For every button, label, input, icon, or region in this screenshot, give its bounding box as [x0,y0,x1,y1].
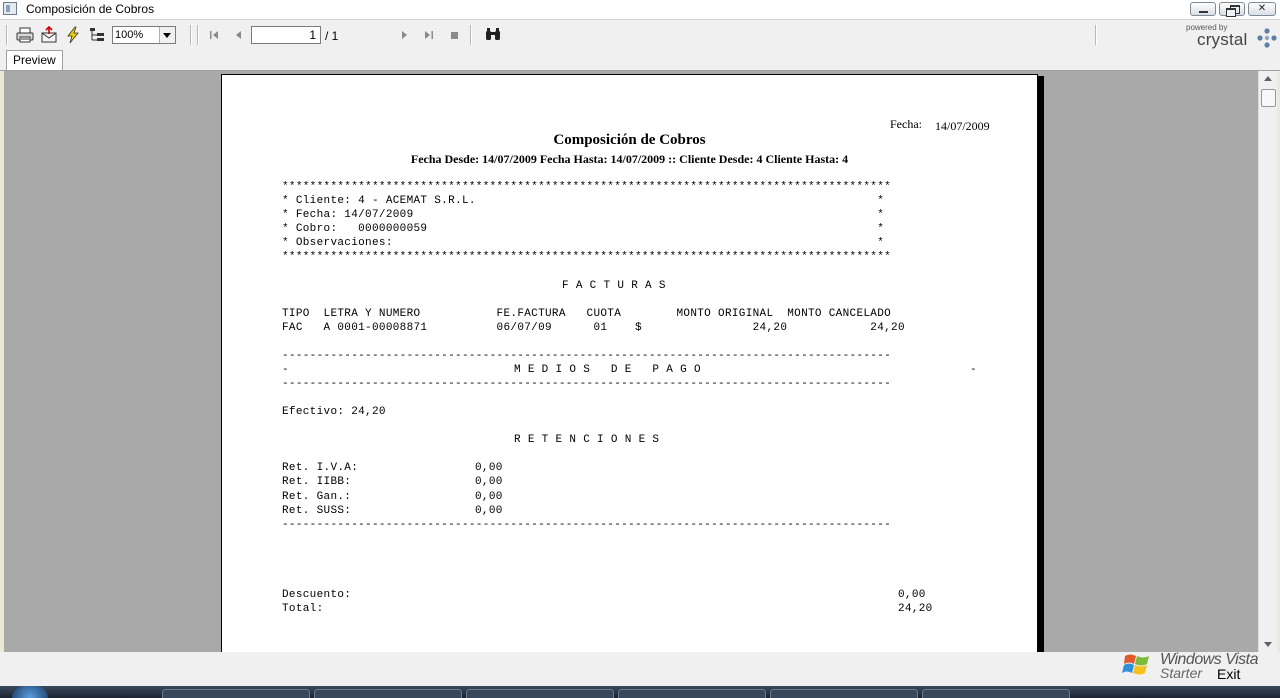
descuento-label: Descuento: [282,589,352,601]
start-orb-icon[interactable] [12,686,48,698]
toolbar-separator [470,25,472,45]
page-total: / 1 [325,29,339,43]
report-page: Fecha: 14/07/2009 Composición de Cobros … [221,74,1038,652]
medios-right-dash: - [970,364,977,376]
retencion-label: Ret. I.V.A: [282,462,359,474]
window-title: Composición de Cobros [26,2,155,16]
box-top-border: ****************************************… [282,181,892,193]
restore-button[interactable] [1219,2,1245,17]
retencion-label: Ret. Gan.: [282,491,352,503]
report-title: Composición de Cobros [553,132,706,148]
refresh-lightning-icon[interactable] [64,26,82,44]
print-icon[interactable] [16,26,34,44]
crystal-logo: powered by crystal [1185,22,1277,50]
toolbar-separator [190,25,192,45]
taskbar-button[interactable] [618,689,766,698]
group-tree-icon[interactable] [88,26,106,44]
next-page-icon[interactable] [396,26,414,44]
windows-watermark: Windows Vista Starter Exit [1122,647,1272,687]
observaciones-line: * Observaciones: * [282,237,885,249]
close-button[interactable]: ✕ [1248,2,1276,16]
divider-line: ----------------------------------------… [282,350,892,362]
toolbar: 100% 1 / 1 powered by crystal [0,20,1280,50]
medios-de-pago-heading: M E D I O S D E P A G O [514,364,701,376]
toolbar-separator [1095,25,1097,45]
vertical-scrollbar[interactable] [1258,71,1277,652]
taskbar-button[interactable] [314,689,462,698]
table-row: FAC A 0001-00008871 06/07/09 01 $ 24,20 … [282,322,905,334]
status-bar [0,652,1280,686]
scroll-up-icon[interactable] [1259,71,1277,87]
crystal-dots-icon [1257,28,1277,48]
page-number-input[interactable]: 1 [251,26,321,44]
retencion-value: 0,00 [475,462,503,474]
minimize-button[interactable] [1190,2,1216,16]
report-subtitle: Fecha Desde: 14/07/2009 Fecha Hasta: 14/… [410,152,849,166]
divider-line: ----------------------------------------… [282,378,892,390]
divider-line: ----------------------------------------… [282,519,892,531]
taskbar-button[interactable] [466,689,614,698]
fecha-line: * Fecha: 14/07/2009 * [282,209,885,221]
chevron-down-icon[interactable] [159,27,175,43]
cliente-line: * Cliente: 4 - ACEMAT S.R.L. * [282,195,885,207]
facturas-heading: F A C T U R A S [562,280,666,292]
tab-strip: Preview [0,50,1280,71]
total-label: Total: [282,603,324,615]
taskbar-button[interactable] [770,689,918,698]
report-viewer: Fecha: 14/07/2009 Composición de Cobros … [4,71,1258,652]
taskbar-button[interactable] [922,689,1070,698]
taskbar [0,686,1280,698]
retencion-value: 0,00 [475,491,503,503]
search-binoculars-icon[interactable] [484,26,502,44]
total-value: 24,20 [898,603,933,615]
retencion-label: Ret. SUSS: [282,505,352,517]
retenciones-heading: R E T E N C I O N E S [514,434,660,446]
title-bar: Composición de Cobros ✕ [0,0,1280,20]
medios-left-dash: - [282,364,289,376]
zoom-select[interactable]: 100% [112,26,176,44]
export-icon[interactable] [40,26,58,44]
toolbar-separator [197,25,199,45]
cobro-line: * Cobro: 0000000059 * [282,223,885,235]
box-bottom-border: ****************************************… [282,251,892,263]
fecha-label: Fecha: [890,117,922,131]
taskbar-button[interactable] [162,689,310,698]
tab-preview[interactable]: Preview [6,50,63,70]
facturas-table-header: TIPO LETRA Y NUMERO FE.FACTURA CUOTA MON… [282,308,892,320]
windows-flag-icon [1122,654,1149,675]
efectivo-line: Efectivo: 24,20 [282,406,386,418]
os-edition: Starter [1160,665,1203,681]
retencion-value: 0,00 [475,476,503,488]
exit-button[interactable]: Exit [1217,666,1240,682]
previous-page-icon[interactable] [229,26,247,44]
close-icon: ✕ [1257,3,1267,14]
stop-icon[interactable] [445,26,463,44]
scroll-thumb[interactable] [1261,89,1276,107]
retencion-value: 0,00 [475,505,503,517]
descuento-value: 0,00 [898,589,926,601]
app-icon [3,2,17,15]
minimize-icon [1199,11,1208,13]
zoom-value: 100% [115,29,144,41]
retencion-label: Ret. IIBB: [282,476,352,488]
brand-name: crystal [1197,30,1248,49]
last-page-icon[interactable] [420,26,438,44]
first-page-icon[interactable] [205,26,223,44]
toolbar-grip [6,25,8,45]
